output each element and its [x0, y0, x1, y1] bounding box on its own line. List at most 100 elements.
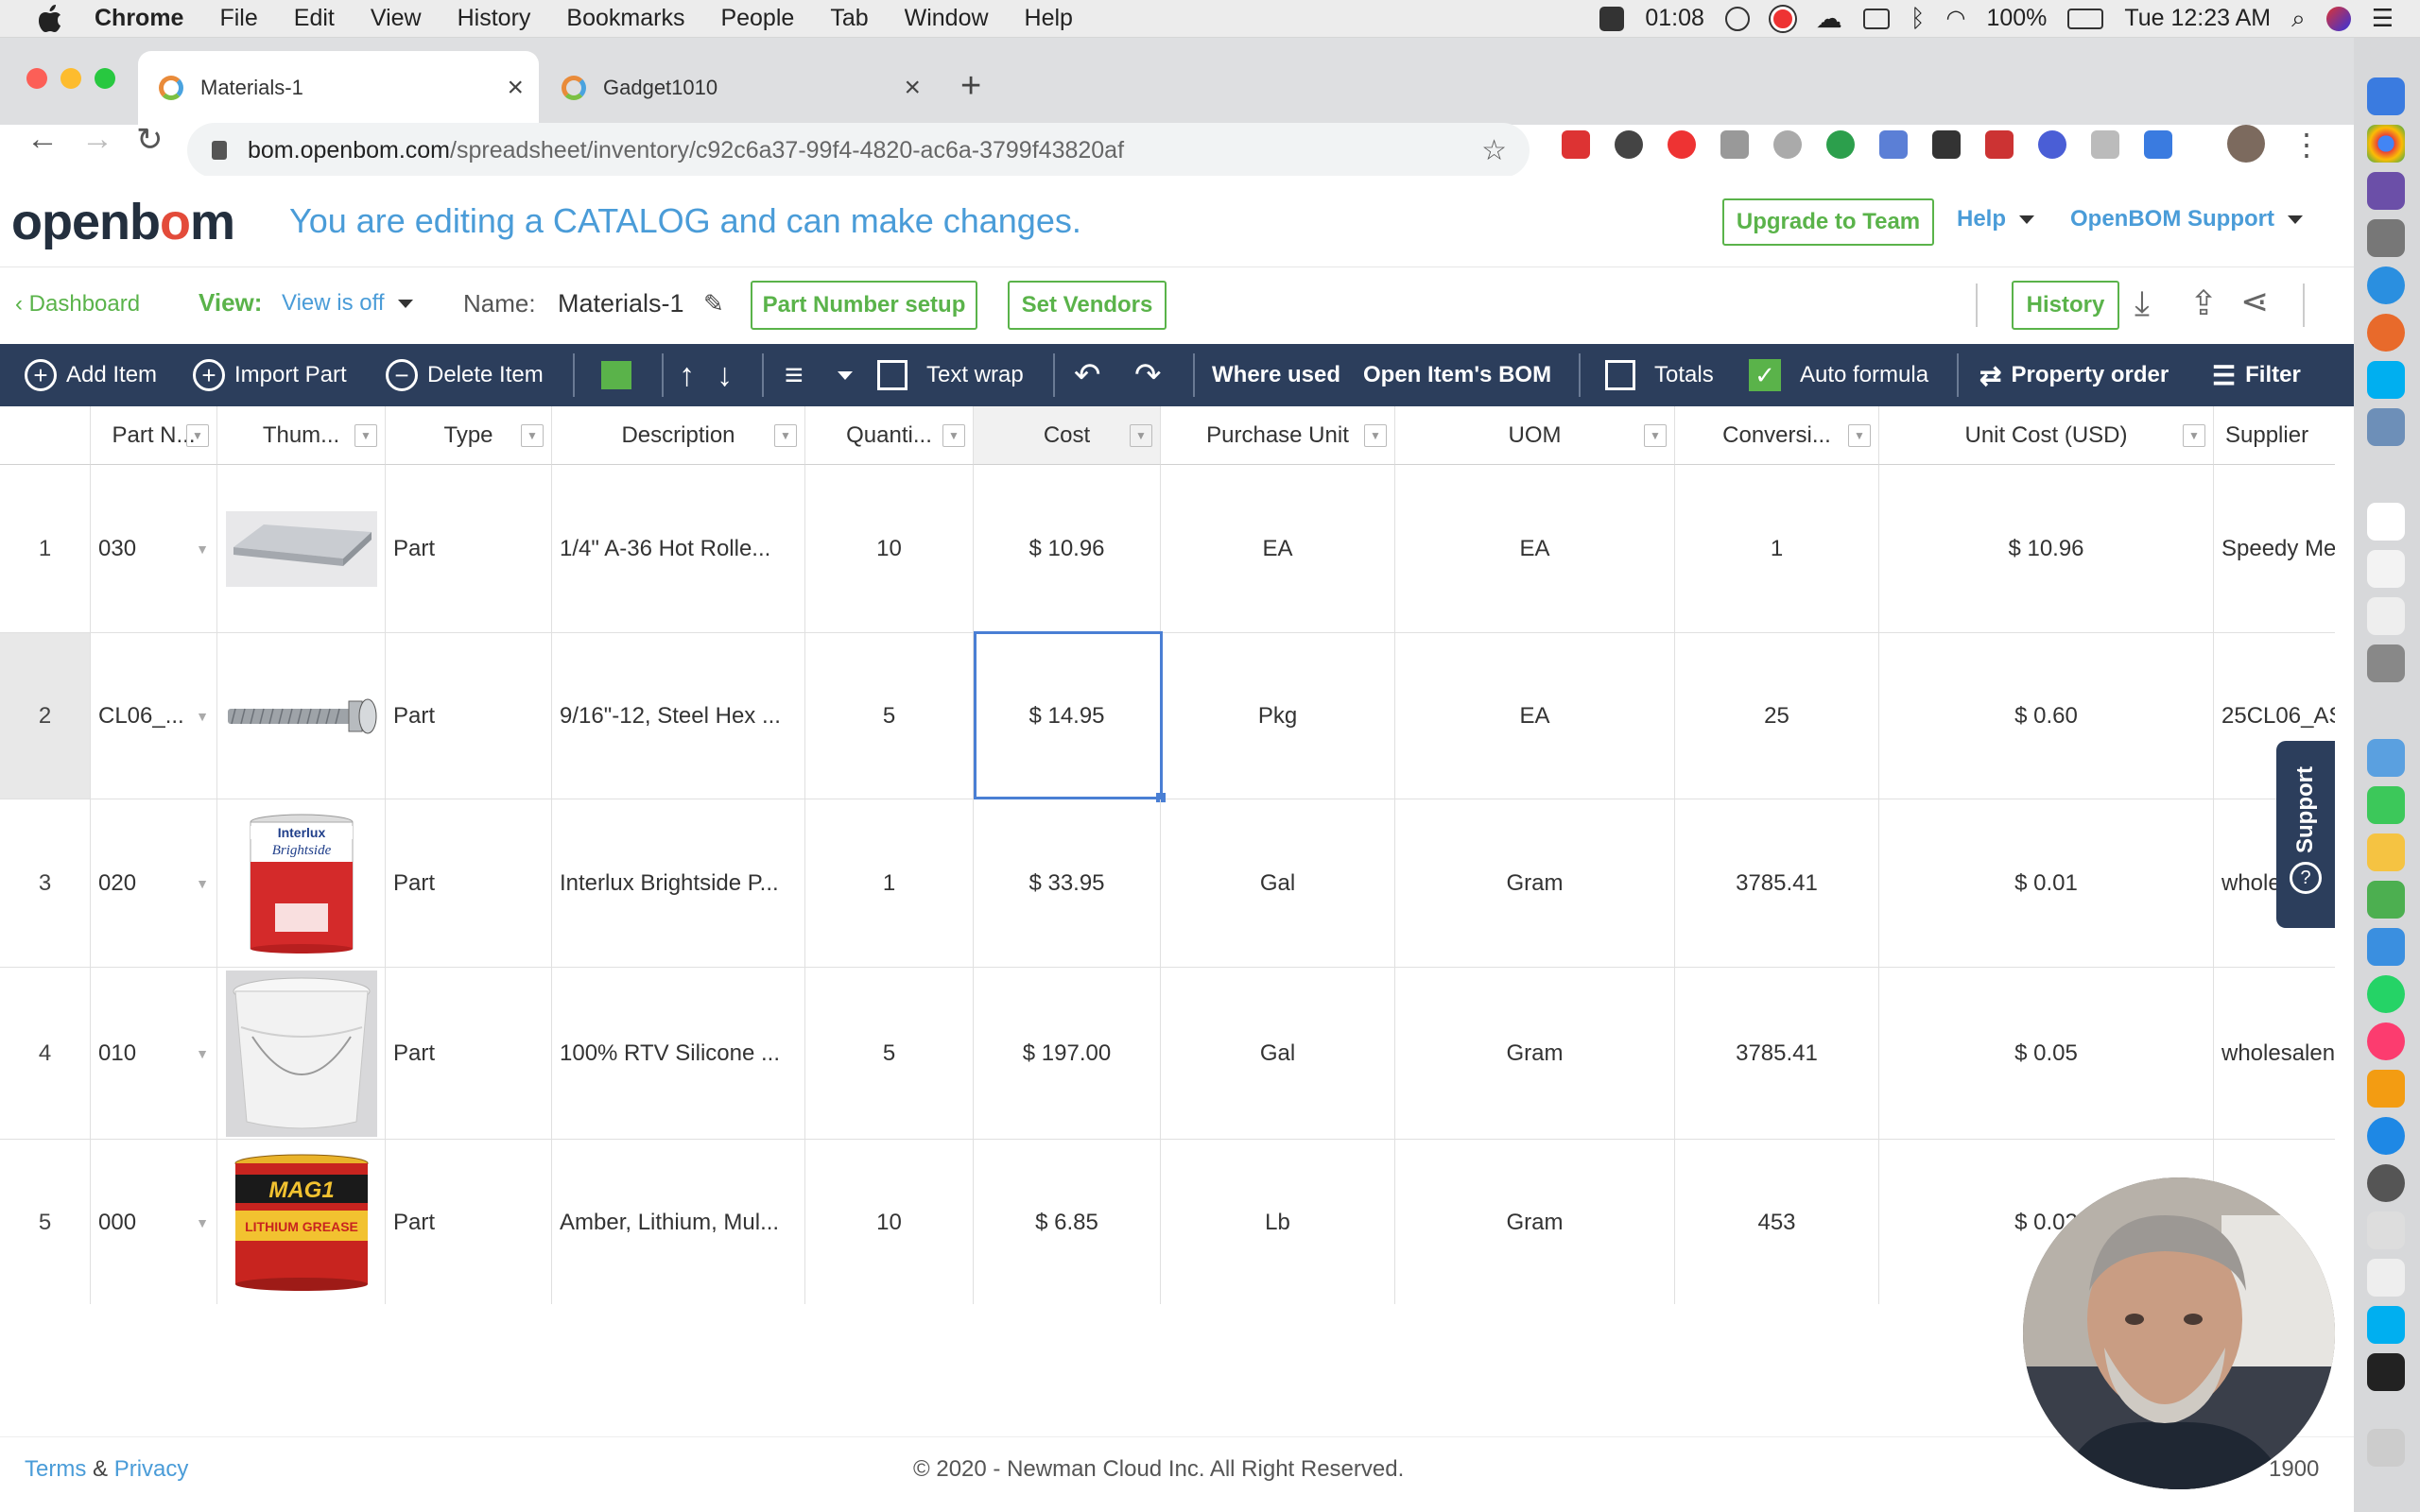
- cell-type[interactable]: Part: [386, 633, 552, 799]
- dock-safari-icon[interactable]: [2367, 266, 2405, 304]
- dock-calendar-icon[interactable]: [2367, 503, 2405, 541]
- support-widget-tab[interactable]: Support ?: [2276, 741, 2335, 928]
- extension-icon[interactable]: [1932, 130, 1961, 159]
- column-filter-icon[interactable]: ▼: [186, 423, 209, 447]
- cell-uom[interactable]: Gram: [1395, 799, 1675, 968]
- menu-bookmarks[interactable]: Bookmarks: [566, 5, 684, 32]
- cell-part-number[interactable]: CL06_... ▼: [91, 633, 217, 799]
- view-selector[interactable]: View is off: [282, 290, 413, 317]
- dock-app-icon[interactable]: [2367, 644, 2405, 682]
- cell-cost[interactable]: $ 33.95: [974, 799, 1161, 968]
- extension-icon[interactable]: [1720, 130, 1749, 159]
- column-header-conversion[interactable]: Conversi... ▼: [1675, 406, 1879, 465]
- history-button[interactable]: History: [2012, 281, 2119, 330]
- dock-app-icon[interactable]: [2367, 739, 2405, 777]
- dock-app-icon[interactable]: [2367, 1164, 2405, 1202]
- cell-thumbnail[interactable]: [217, 968, 386, 1140]
- dropdown-caret-icon[interactable]: ▼: [196, 1046, 209, 1061]
- dock-music-icon[interactable]: [2367, 1022, 2405, 1060]
- gmail-extension-icon[interactable]: [1562, 130, 1590, 159]
- cell-part-number[interactable]: 000 ▼: [91, 1140, 217, 1304]
- cell-part-number[interactable]: 030 ▼: [91, 465, 217, 633]
- undo-icon[interactable]: ↶: [1074, 344, 1101, 406]
- dock-keynote-icon[interactable]: [2367, 928, 2405, 966]
- cell-type[interactable]: Part: [386, 465, 552, 633]
- where-used-button[interactable]: Where used: [1212, 344, 1340, 406]
- extension-icon[interactable]: [1615, 130, 1643, 159]
- part-number-setup-button[interactable]: Part Number setup: [751, 281, 977, 330]
- export-icon[interactable]: ⇪: [2189, 284, 2218, 323]
- cell-description[interactable]: Amber, Lithium, Mul...: [552, 1140, 805, 1304]
- tab-close-icon[interactable]: ×: [904, 72, 921, 104]
- cell-uom[interactable]: Gram: [1395, 1140, 1675, 1304]
- cell-purchase-unit[interactable]: Gal: [1161, 799, 1395, 968]
- column-header-quantity[interactable]: Quanti... ▼: [805, 406, 974, 465]
- record-icon[interactable]: [1770, 6, 1795, 31]
- column-filter-icon[interactable]: ▼: [1364, 423, 1387, 447]
- extension-icon[interactable]: [1985, 130, 2014, 159]
- cell-uom[interactable]: EA: [1395, 633, 1675, 799]
- column-header-purchase-unit[interactable]: Purchase Unit ▼: [1161, 406, 1395, 465]
- cell-part-number[interactable]: 020 ▼: [91, 799, 217, 968]
- wifi-icon[interactable]: ◠: [1945, 5, 1965, 32]
- dropdown-caret-icon[interactable]: ▼: [196, 876, 209, 891]
- cell-conversion[interactable]: 1: [1675, 465, 1879, 633]
- column-header-type[interactable]: Type ▼: [386, 406, 552, 465]
- cell-part-number[interactable]: 010 ▼: [91, 968, 217, 1140]
- row-number[interactable]: 2: [0, 633, 91, 799]
- pause-icon[interactable]: [1724, 6, 1750, 31]
- browser-tab-gadget[interactable]: Gadget1010 ×: [541, 51, 936, 125]
- cell-description[interactable]: 1/4" A-36 Hot Rolle...: [552, 465, 805, 633]
- cell-unit-cost[interactable]: $ 0.60: [1879, 633, 2214, 799]
- cell-type[interactable]: Part: [386, 968, 552, 1140]
- dropdown-caret-icon[interactable]: ▼: [196, 709, 209, 724]
- extension-icon[interactable]: [1668, 130, 1696, 159]
- new-tab-icon[interactable]: +: [960, 66, 981, 107]
- set-vendors-button[interactable]: Set Vendors: [1008, 281, 1167, 330]
- dock-chrome-icon[interactable]: [2367, 125, 2405, 163]
- open-items-bom-button[interactable]: Open Item's BOM: [1363, 344, 1551, 406]
- property-order-button[interactable]: ⇄ Property order: [1979, 344, 2169, 406]
- cloud-icon[interactable]: ☁: [1816, 3, 1842, 34]
- browser-tab-materials[interactable]: Materials-1 ×: [138, 51, 539, 125]
- dock-skype-icon[interactable]: [2367, 361, 2405, 399]
- column-filter-icon[interactable]: ▼: [521, 423, 544, 447]
- forward-icon[interactable]: →: [81, 121, 113, 158]
- auto-formula-toggle[interactable]: ✓ Auto formula: [1749, 344, 1928, 406]
- privacy-link[interactable]: Privacy: [114, 1456, 189, 1482]
- cell-thumbnail[interactable]: MAG1 LITHIUM GREASE: [217, 1140, 386, 1304]
- column-header-supplier[interactable]: Supplier: [2214, 406, 2335, 465]
- cell-supplier[interactable]: Speedy Me: [2214, 465, 2335, 633]
- cell-type[interactable]: Part: [386, 1140, 552, 1304]
- totals-toggle[interactable]: Totals: [1605, 344, 1714, 406]
- cell-conversion[interactable]: 3785.41: [1675, 968, 1879, 1140]
- move-down-icon[interactable]: ↓: [717, 344, 733, 406]
- window-close-icon[interactable]: [26, 68, 47, 89]
- cell-purchase-unit[interactable]: Gal: [1161, 968, 1395, 1140]
- cell-uom[interactable]: EA: [1395, 465, 1675, 633]
- menu-help[interactable]: Help: [1025, 5, 1073, 32]
- cell-purchase-unit[interactable]: Lb: [1161, 1140, 1395, 1304]
- dropdown-caret-icon[interactable]: ▼: [196, 1215, 209, 1230]
- dock-app-icon[interactable]: [2367, 833, 2405, 871]
- cell-supplier[interactable]: wholesalen: [2214, 968, 2335, 1140]
- text-align-icon[interactable]: ≡: [785, 344, 804, 406]
- column-header-unit-cost[interactable]: Unit Cost (USD) ▼: [1879, 406, 2214, 465]
- cell-purchase-unit[interactable]: Pkg: [1161, 633, 1395, 799]
- cell-conversion[interactable]: 453: [1675, 1140, 1879, 1304]
- openbom-logo[interactable]: openbom: [11, 193, 235, 251]
- delete-item-button[interactable]: − Delete Item: [386, 344, 544, 406]
- terms-link[interactable]: Terms: [25, 1456, 86, 1482]
- dock-messages-icon[interactable]: [2367, 786, 2405, 824]
- window-minimize-icon[interactable]: [60, 68, 81, 89]
- dock-app-icon[interactable]: [2367, 597, 2405, 635]
- tab-close-icon[interactable]: ×: [507, 72, 524, 104]
- column-filter-icon[interactable]: ▼: [1848, 423, 1871, 447]
- upgrade-to-team-button[interactable]: Upgrade to Team: [1722, 198, 1934, 246]
- cell-unit-cost[interactable]: $ 0.01: [1879, 799, 2214, 968]
- dock-trash-icon[interactable]: [2367, 1429, 2405, 1467]
- column-header-part-number[interactable]: Part N... ▼: [91, 406, 217, 465]
- apple-icon[interactable]: [34, 3, 66, 35]
- menu-app-name[interactable]: Chrome: [95, 5, 183, 32]
- menu-history[interactable]: History: [458, 5, 531, 32]
